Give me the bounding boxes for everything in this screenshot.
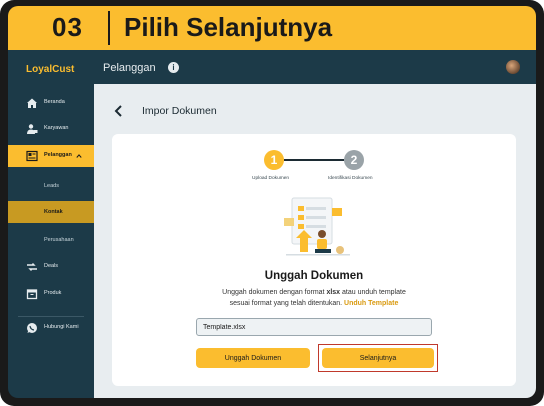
sidebar-subitem-perusahaan[interactable]: Perusahaan [8,229,94,251]
sidebar-item-label: Karyawan [44,125,69,131]
sidebar-item-pelanggan[interactable]: Pelanggan [8,145,94,167]
tutorial-header: 03 Pilih Selanjutnya [8,6,536,50]
tutorial-frame: 03 Pilih Selanjutnya LoyalCust Beranda K… [0,0,544,406]
import-card: 1 2 Upload Dokumen Identifikasi Dokumen [112,134,516,386]
step-title: Pilih Selanjutnya [124,12,333,42]
app-window: LoyalCust Beranda Karyawan Pelanggan Lea… [8,50,536,398]
deals-icon [27,263,37,271]
next-button[interactable]: Selanjutnya [322,348,434,368]
sidebar: LoyalCust Beranda Karyawan Pelanggan Lea… [8,50,94,398]
avatar[interactable] [506,60,520,74]
sidebar-subitem-label: Kontak [44,209,63,215]
top-bar: Pelanggan i [94,50,536,84]
step-1-indicator: 1 [264,150,284,170]
customer-icon [26,150,38,162]
step-2-indicator: 2 [344,150,364,170]
sidebar-item-label: Beranda [44,99,65,105]
sidebar-item-beranda[interactable]: Beranda [8,92,94,114]
file-name-field[interactable] [196,318,432,336]
home-icon [27,98,37,108]
sidebar-subitem-label: Perusahaan [44,237,74,243]
app-logo: LoyalCust [26,64,75,75]
desc-text: sesuai format yang telah ditentukan. [229,300,343,307]
chevron-up-icon [76,154,82,158]
stepper-line [284,159,344,161]
desc-text: atau unduh template [340,289,406,296]
sidebar-item-produk[interactable]: Produk [8,283,94,305]
sidebar-subitem-label: Leads [44,183,59,189]
sidebar-item-label: Produk [44,290,62,296]
sidebar-subitem-leads[interactable]: Leads [8,175,94,197]
upload-title: Unggah Dokumen [264,270,364,282]
upload-description-line2: sesuai format yang telah ditentukan. Und… [112,300,516,307]
back-arrow-icon[interactable] [112,104,126,118]
step-2-label: Identifikasi Dokumen [328,176,373,181]
sidebar-item-label: Deals [44,263,59,269]
upload-document-button[interactable]: Unggah Dokumen [196,348,310,368]
sidebar-item-deals[interactable]: Deals [8,256,94,278]
format-text: xlsx [326,289,341,296]
download-template-link[interactable]: Unduh Template [344,300,398,307]
sidebar-item-hubungi-kami[interactable]: Hubungi Kami [8,317,94,339]
product-icon [26,289,38,300]
employee-icon [27,124,38,134]
page-title: Impor Dokumen [142,105,217,117]
sidebar-subitem-kontak[interactable]: Kontak [8,201,94,223]
main-content: Impor Dokumen 1 2 Upload Dokumen Identif… [94,84,536,398]
step-1-label: Upload Dokumen [252,176,290,181]
step-number: 03 [52,12,83,42]
desc-text: Unggah dokumen dengan format [222,289,327,296]
sidebar-item-label: Hubungi Kami [44,324,79,330]
topbar-title: Pelanggan [103,62,156,74]
info-icon[interactable]: i [168,62,179,73]
upload-illustration [284,197,350,256]
sidebar-item-label: Pelanggan [44,152,72,158]
sidebar-item-karyawan[interactable]: Karyawan [8,118,94,140]
header-divider [108,11,110,45]
upload-description-line1: Unggah dokumen dengan format xlsx atau u… [112,289,516,296]
whatsapp-icon [27,323,37,333]
